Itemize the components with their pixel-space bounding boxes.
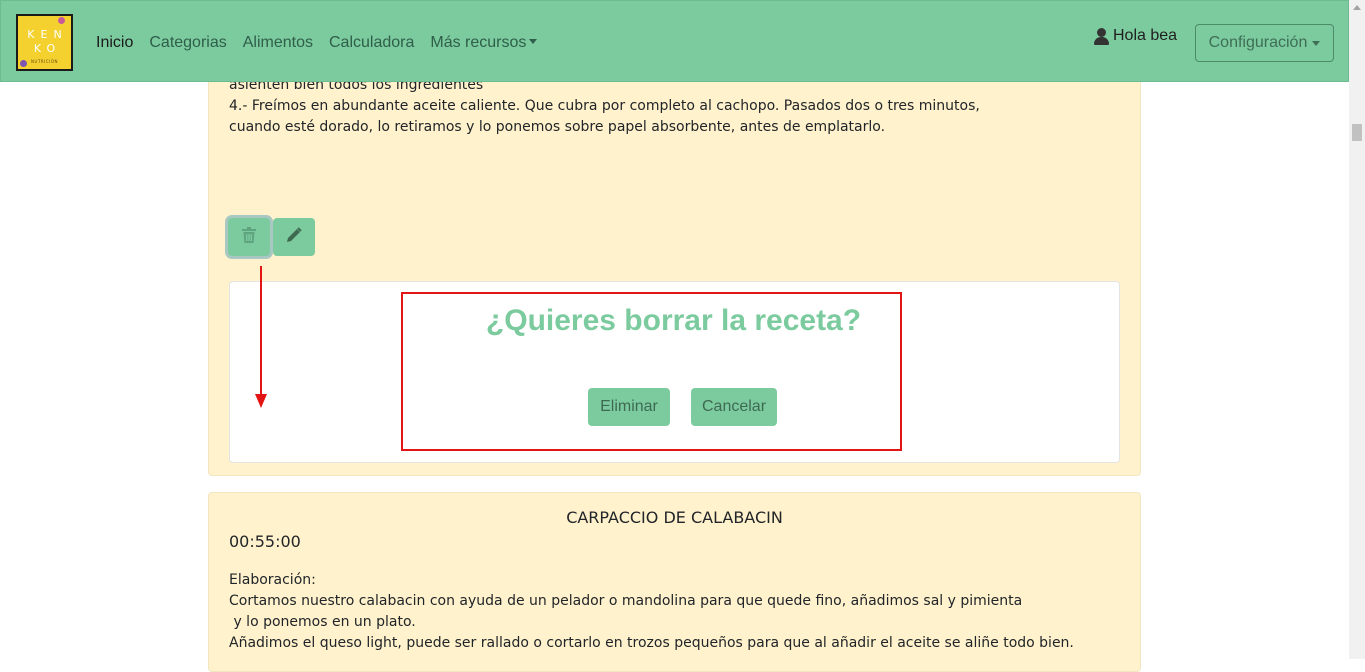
caret-down-icon [529,39,538,44]
flower-decoration-icon [58,17,65,24]
config-dropdown-button[interactable]: Configuración [1195,24,1334,62]
navbar: KEN KO NUTRICIÓN Inicio Categorias Alime… [0,0,1349,82]
delete-recipe-button[interactable] [228,218,270,256]
user-menu[interactable]: Hola bea [1094,27,1177,45]
recipe-text: y lo ponemos en un plato. [229,614,416,630]
nav-dropdown-label: Más recursos [430,34,527,51]
nav-link-calculadora[interactable]: Calculadora [329,34,414,52]
recipe-time: 00:55:00 [229,532,301,551]
annotation-arrow [260,266,262,396]
pencil-icon [286,227,302,247]
recipe-title: CARPACCIO DE CALABACIN [566,508,783,527]
logo-subtext: NUTRICIÓN [31,59,58,64]
logo-text: KEN [27,28,68,41]
nav-dropdown-mas-recursos[interactable]: Más recursos [430,34,538,52]
page-scrollbar[interactable] [1349,0,1365,659]
user-greeting: Hola bea [1113,27,1178,44]
caret-down-icon [1312,40,1321,46]
recipe-step-text: 4.- Freímos en abundante aceite caliente… [229,98,980,114]
recipe-text: Cortamos nuestro calabacin con ayuda de … [229,593,1023,609]
scrollbar-thumb[interactable] [1352,124,1362,141]
nav-link-categorias[interactable]: Categorias [149,34,226,52]
nav-links: Inicio Categorias Alimentos Calculadora … [96,34,553,52]
config-label: Configuración [1208,34,1308,51]
nav-link-alimentos[interactable]: Alimentos [243,34,313,52]
annotation-arrow-head [255,394,267,408]
scroll-up-icon[interactable] [1353,5,1361,10]
edit-recipe-button[interactable] [273,218,315,256]
annotation-highlight-box [401,292,902,451]
recipe-text: Elaboración: [229,572,316,588]
nav-link-inicio[interactable]: Inicio [96,34,133,52]
user-icon [1094,27,1109,45]
logo-text: KO [33,42,62,55]
kenko-logo[interactable]: KEN KO NUTRICIÓN [16,14,73,71]
recipe-step-text: cuando esté dorado, lo retiramos y lo po… [229,119,886,135]
trash-icon [242,227,256,247]
recipe-text: Añadimos el queso light, puede ser ralla… [229,635,1074,651]
